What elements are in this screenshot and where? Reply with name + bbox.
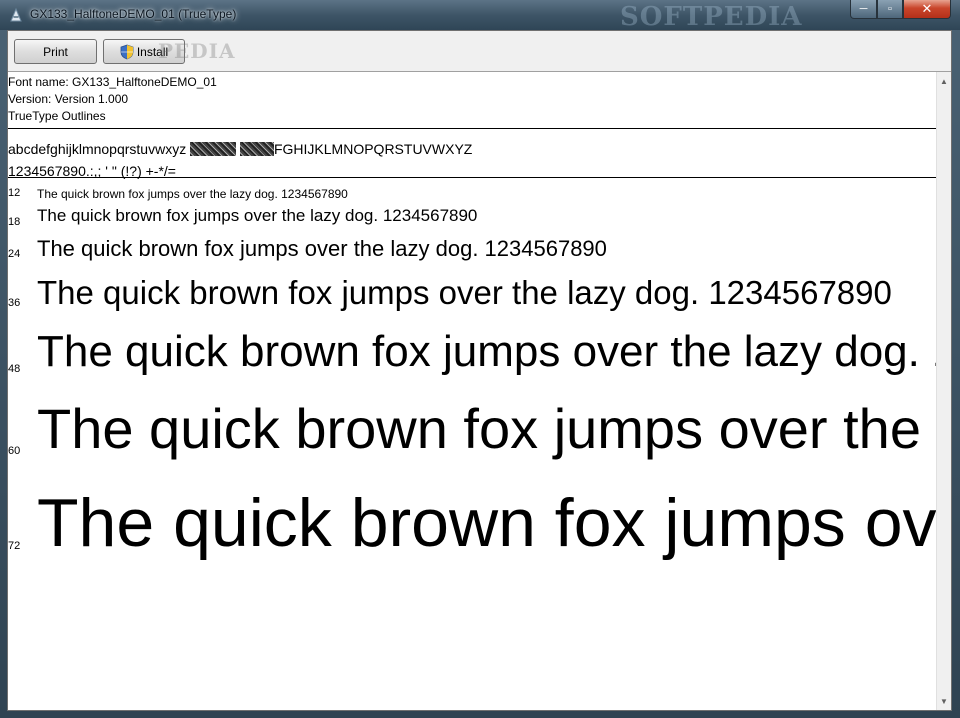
size-label: 48 [8,363,21,375]
close-icon: ✕ [921,1,933,16]
sample-row-18: 18 The quick brown fox jumps over the la… [8,206,936,231]
watermark: SOFTPEDIA [620,2,803,32]
font-name: Font name: GX133_HalftoneDEMO_01 [8,75,217,89]
maximize-icon: ▫ [888,3,892,15]
maximize-button[interactable]: ▫ [877,0,903,19]
print-button-label: Print [43,44,68,59]
size-label: 72 [8,540,21,552]
character-set: abcdefghijklmnopqrstuvwxyz FGHIJKLMNOPQR… [8,138,472,182]
toolbar: Print Install PEDIA [8,31,951,72]
size-label: 18 [8,216,21,228]
halftone-glyphs-2 [239,142,274,156]
charset-letters: abcdefghijklmnopqrstuvwxyz FGHIJKLMNOPQR… [8,138,472,160]
scroll-down-button[interactable]: ▼ [937,694,951,708]
charset-digits-symbols: 1234567890.:,; ' " (!?) +-*/= [8,163,176,179]
charset-uppercase: FGHIJKLMNOPQRSTUVWXYZ [273,141,473,157]
sample-row-24: 24 The quick brown fox jumps over the la… [8,234,936,268]
minimize-button[interactable]: ─ [850,0,877,19]
sample-row-48: 48 The quick brown fox jumps over the la… [8,325,936,389]
divider [8,128,936,129]
toolbar-watermark: PEDIA [158,39,236,63]
charset-lowercase: abcdefghijklmnopqrstuvwxyz [8,141,187,157]
sample-text: The quick brown fox jumps over the lazy … [37,187,348,201]
close-button[interactable]: ✕ [903,0,951,19]
title-bar[interactable]: GX133_HalftoneDEMO_01 (TrueType) SOFTPED… [0,0,960,32]
font-viewer-window: GX133_HalftoneDEMO_01 (TrueType) SOFTPED… [0,0,960,718]
scroll-down-icon: ▼ [940,696,948,706]
size-label: 60 [8,445,21,457]
font-preview: Font name: GX133_HalftoneDEMO_01 Version… [8,72,936,710]
sample-row-72: 72 The quick brown fox jumps over the la… [8,484,936,584]
uac-shield-icon [120,44,134,59]
sample-row-36: 36 The quick brown fox jumps over the la… [8,272,936,322]
font-version: Version: Version 1.000 [8,92,129,106]
halftone-glyphs-1 [190,142,237,156]
font-outline-type: TrueType Outlines [8,109,106,123]
size-label: 12 [8,187,21,199]
sample-text: The quick brown fox jumps over the lazy … [37,206,478,225]
sample-text: The quick brown fox jumps over the lazy … [37,236,607,261]
client-area: Print Install PEDIA Font name: GX133_Hal… [7,30,952,711]
sample-row-60: 60 The quick brown fox jumps over the la… [8,392,936,484]
sample-text: The quick brown fox jumps over the lazy … [37,327,936,376]
sample-text: The quick brown fox jumps over the lazy … [37,485,936,561]
sample-text: The quick brown fox jumps over the lazy … [37,274,892,311]
divider [8,177,936,178]
font-file-icon [10,7,22,22]
sample-row-12: 12 The quick brown fox jumps over the la… [8,184,936,206]
minimize-icon: ─ [859,3,868,15]
scroll-up-button[interactable]: ▲ [937,74,951,88]
vertical-scrollbar[interactable]: ▲ ▼ [936,72,951,710]
font-info: Font name: GX133_HalftoneDEMO_01 Version… [8,74,217,125]
size-label: 36 [8,297,21,309]
window-title: GX133_HalftoneDEMO_01 (TrueType) [30,7,237,21]
sample-text: The quick brown fox jumps over the lazy … [37,397,936,460]
scroll-up-icon: ▲ [940,76,948,86]
size-label: 24 [8,248,21,260]
print-button[interactable]: Print [14,39,97,64]
